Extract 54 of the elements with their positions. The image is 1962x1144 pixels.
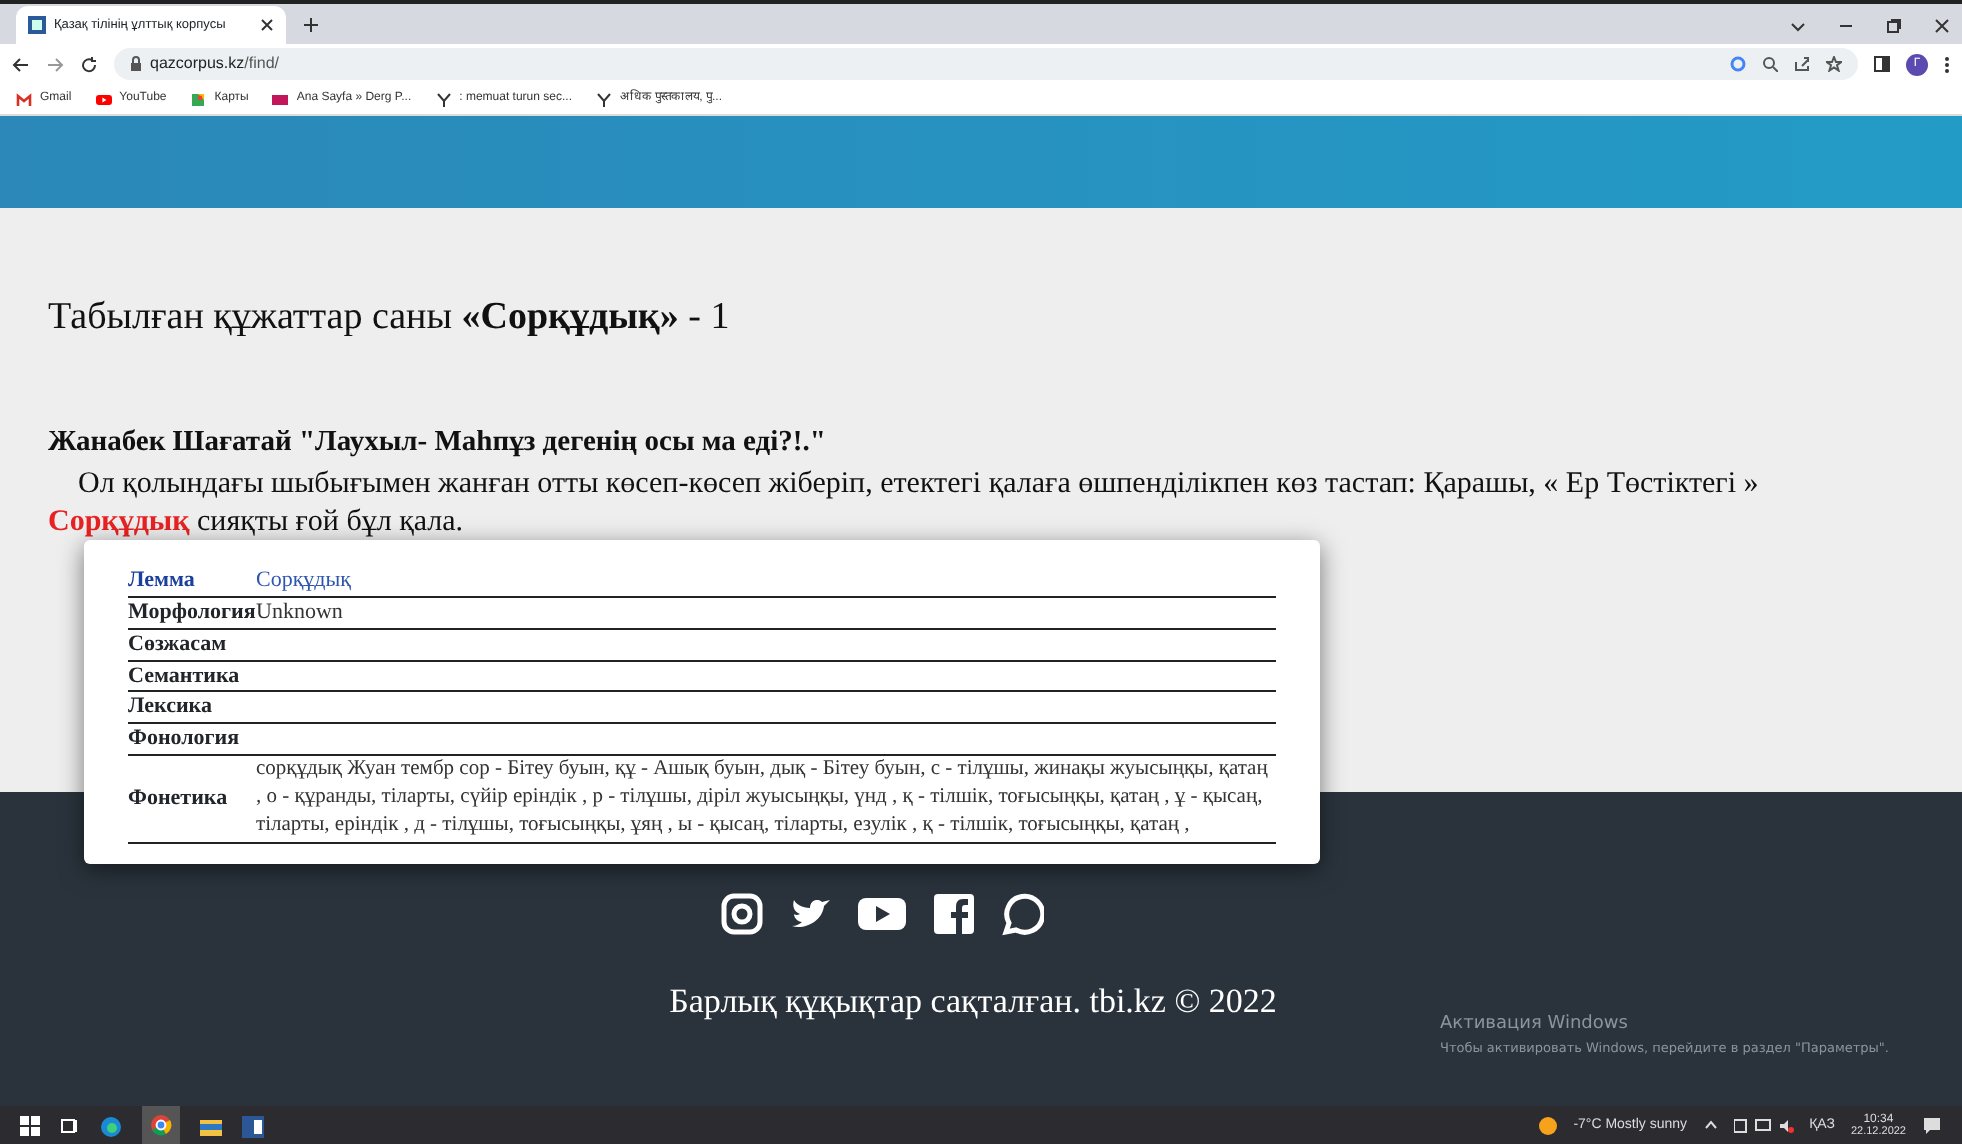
back-icon[interactable] — [12, 55, 30, 73]
folder-icon[interactable] — [200, 1115, 222, 1137]
browser-icon[interactable] — [100, 1115, 122, 1137]
row-label: Фонология — [128, 723, 256, 756]
close-icon[interactable] — [260, 18, 274, 32]
chevron-up-icon[interactable] — [1703, 1118, 1718, 1133]
row-label: Сөзжасам — [128, 628, 256, 661]
google-icon[interactable] — [1730, 56, 1746, 72]
copyright-text: Барлық құқықтар сақталған. tbi.kz © 2022 — [669, 980, 1277, 1024]
document-title[interactable]: Жанабек Шағатай "Лаухыл- Маһпұз дегенің осы ма еді?!." — [48, 421, 1914, 466]
reload-icon[interactable] — [80, 55, 98, 73]
bookmark-icon — [272, 91, 289, 107]
row-label: Фонетика — [128, 755, 256, 843]
row-value: Unknown — [256, 596, 1276, 629]
bookmark-icon — [435, 91, 452, 107]
row-value: сорқұдық Жуан тембр сор - Бітеу буын, құ - Ашық буын, дық - Бітеу буын, с - тілұшы, жинақы жуысыңқы, қатаң , о - құранды, тіларты, сүйір еріндік , р - тілұшы, діріл жуысыңқы, үнд , қ - тілшік, тоғысыңқы, қатаң , ұ - қысаң, тіларты, еріндік , д - тілұшы, тоғысыңқы, ұяң , ы - қысаң, тіларты, езулік , қ - тілшік, тоғысыңқы, қатаң , — [256, 755, 1276, 843]
row-label: Лексика — [128, 691, 256, 724]
side-panel-icon[interactable] — [1874, 56, 1890, 72]
windows-icon[interactable] — [20, 1116, 40, 1136]
bookmark-icon — [190, 91, 207, 107]
star-icon[interactable] — [1826, 56, 1842, 72]
share-icon[interactable] — [1794, 56, 1810, 72]
new-tab-icon[interactable] — [302, 16, 320, 34]
row-label: Морфология — [128, 596, 256, 629]
highlighted-word[interactable]: Сорқұдық — [48, 506, 190, 539]
bookmark-icon — [595, 91, 612, 107]
row-label: Лемма — [128, 566, 256, 597]
close-icon[interactable] — [1934, 17, 1950, 33]
site-logo-icon — [28, 16, 46, 34]
result-count-heading: Табылған құжаттар саны «Сорқұдық» - 1 — [48, 294, 732, 342]
document-icon[interactable] — [242, 1115, 264, 1137]
activation-title: Активация Windows — [1440, 1012, 1630, 1038]
bookmark-icon — [95, 91, 112, 107]
lock-icon — [130, 56, 142, 72]
url-text: qazcorpus.kz/find/ — [150, 52, 279, 76]
row-label: Семантика — [128, 660, 256, 692]
more-icon[interactable] — [1944, 55, 1950, 73]
forward-icon[interactable] — [46, 55, 64, 73]
chrome-icon[interactable] — [150, 1114, 172, 1137]
row-value: Сорқұдық — [256, 566, 1276, 597]
task-view-icon[interactable] — [60, 1116, 80, 1136]
zoom-icon[interactable] — [1762, 56, 1778, 72]
notification-icon[interactable] — [1922, 1115, 1942, 1136]
address-bar[interactable]: qazcorpus.kz/find/ — [114, 48, 1858, 80]
video-play-icon[interactable] — [855, 892, 907, 936]
facebook-icon[interactable] — [931, 892, 975, 936]
chat-bubble-icon[interactable] — [999, 892, 1043, 936]
document-sentence: Ол қолындағы шыбығымен жанған отты көсеп-көсеп жіберіп, етектегі қалаға өшпенділікпен көз тастап: Қарашы, « Ер Төстіктегі » Сорқұдық сияқты ғой бұл қала. — [48, 465, 1761, 543]
tray-icons-drawing[interactable] — [1733, 1117, 1794, 1134]
weather-icon — [1537, 1115, 1558, 1136]
restore-icon[interactable] — [1886, 17, 1902, 33]
chevron-down-icon[interactable] — [1790, 17, 1806, 33]
bookmark-icon — [16, 91, 32, 107]
instagram-icon[interactable] — [719, 892, 763, 936]
